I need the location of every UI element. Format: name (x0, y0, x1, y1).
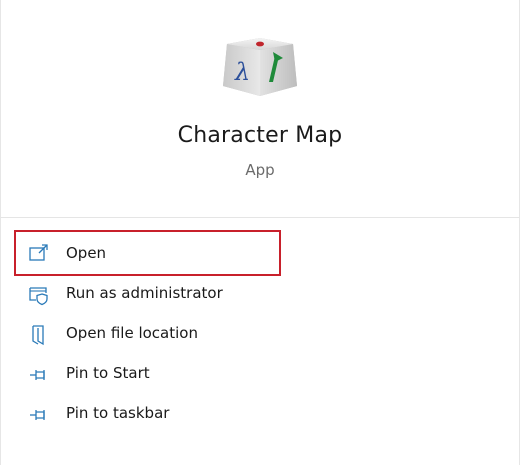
menu-item-label: Run as administrator (66, 284, 223, 302)
section-divider (0, 217, 520, 218)
menu-item-label: Open (66, 244, 107, 262)
pin-icon (30, 410, 45, 420)
menu-item-label: Open file location (66, 324, 198, 342)
svg-text:λ: λ (234, 58, 250, 86)
app-context-panel: λ Character Map App Open Run as administ (0, 0, 520, 465)
character-map-icon: λ (223, 38, 297, 96)
panel-left-border (0, 0, 1, 465)
app-name: Character Map (177, 123, 343, 148)
open-menu-item[interactable]: Open (14, 230, 281, 276)
shield-window-icon (29, 287, 48, 306)
pin-to-taskbar-menu-item[interactable]: Pin to taskbar (14, 392, 281, 438)
menu-item-label: Pin to Start (66, 364, 150, 382)
pin-icon (30, 370, 45, 380)
app-type-label: App (245, 161, 275, 179)
folder-location-icon (32, 325, 44, 346)
open-window-icon (29, 244, 48, 261)
menu-item-label: Pin to taskbar (66, 404, 170, 422)
